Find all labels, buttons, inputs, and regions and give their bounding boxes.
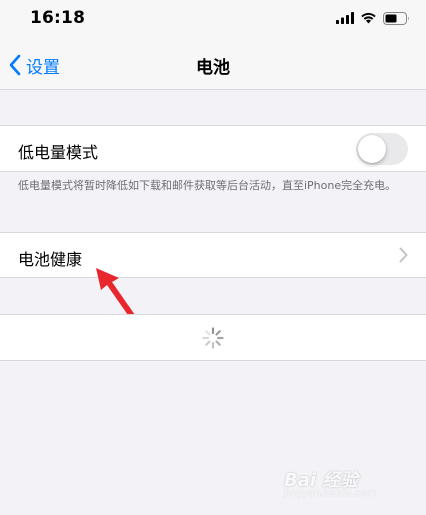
wifi-icon xyxy=(361,12,376,24)
battery-icon xyxy=(383,11,409,25)
loading-spinner-icon xyxy=(202,327,224,349)
battery-health-cell[interactable]: 电池健康 xyxy=(0,232,426,278)
page-title: 电池 xyxy=(196,58,230,78)
arrow-annotation xyxy=(96,268,135,318)
toggle-knob xyxy=(358,135,386,163)
low-power-mode-cell: 低电量模式 xyxy=(0,125,426,172)
status-icons xyxy=(336,10,410,26)
status-time: 16:18 xyxy=(30,8,86,28)
navigation-bar: 设置 电池 xyxy=(0,38,426,90)
low-power-mode-toggle[interactable] xyxy=(356,133,408,165)
chevron-right-icon xyxy=(399,247,408,263)
signal-icon xyxy=(336,12,354,24)
low-power-mode-label: 低电量模式 xyxy=(18,143,99,162)
watermark-url: jingyan.baidu.com xyxy=(284,488,377,499)
baidu-watermark: Bai 经验 jingyan.baidu.com xyxy=(284,460,404,504)
status-bar: 16:18 xyxy=(0,0,426,38)
battery-health-label: 电池健康 xyxy=(18,250,83,269)
low-power-footnote: 低电量模式将暂时降低如下载和邮件获取等后台活动，直至iPhone完全充电。 xyxy=(18,179,397,192)
